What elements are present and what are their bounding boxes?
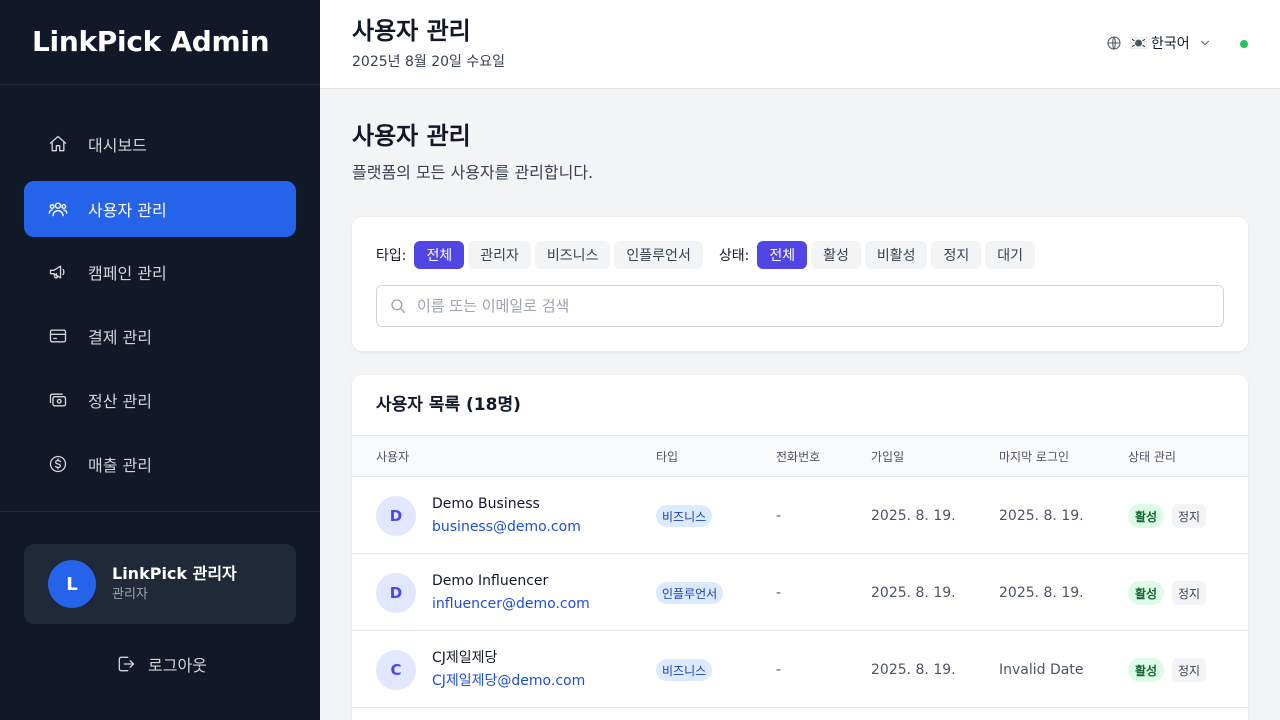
table-row: D Demo Influencer influencer@demo.com 인플… (352, 554, 1248, 631)
column-header-type: 타입 (656, 450, 679, 464)
column-header-user: 사용자 (376, 450, 410, 464)
korea-flag-icon (1130, 37, 1147, 49)
dollar-icon (48, 454, 68, 474)
sidebar: LinkPick Admin 대시보드 사용자 관리 캠페인 관리 결제 관리 … (0, 0, 320, 720)
phone-cell: - (776, 662, 782, 678)
sidebar-item-payments[interactable]: 결제 관리 (24, 308, 296, 364)
phone-cell: - (776, 585, 782, 601)
last-login-cell: 2025. 8. 19. (999, 585, 1084, 601)
status-filter-label: 상태: (718, 248, 750, 264)
sidebar-item-label: 매출 관리 (88, 456, 152, 475)
credit-card-icon (48, 326, 68, 346)
status-filter-pending[interactable]: 대기 (985, 241, 1036, 269)
phone-cell: - (776, 508, 782, 524)
type-filter-label: 타입: (376, 248, 407, 264)
avatar: L (48, 560, 96, 608)
sidebar-item-revenue[interactable]: 매출 관리 (24, 436, 296, 492)
user-name: CJ제일제당 (432, 650, 498, 666)
sidebar-item-label: 대시보드 (88, 136, 147, 155)
language-selector[interactable]: 한국어 (1106, 33, 1212, 53)
column-header-phone: 전화번호 (776, 450, 821, 464)
last-login-cell: Invalid Date (999, 662, 1084, 678)
type-filter-influencer[interactable]: 인플루언서 (614, 241, 703, 269)
language-label: 한국어 (1151, 36, 1190, 52)
globe-icon (1107, 36, 1121, 50)
filter-panel: 타입: 전체 관리자 비즈니스 인플루언서 상태: 전체 활성 비활성 정지 대… (352, 217, 1248, 351)
brand: LinkPick Admin (0, 0, 320, 85)
sidebar-item-label: 결제 관리 (88, 328, 152, 347)
avatar: D (376, 496, 416, 536)
chevron-down-icon (1200, 40, 1209, 46)
header-date: 2025년 8월 20일 수요일 (352, 54, 505, 70)
search-input[interactable] (417, 297, 1197, 315)
user-name: Demo Influencer (432, 573, 549, 589)
home-icon (48, 134, 68, 154)
online-status-dot (1240, 40, 1248, 48)
search-icon (391, 299, 406, 314)
search-box (376, 285, 1224, 327)
sidebar-item-dashboard[interactable]: 대시보드 (24, 116, 296, 172)
type-filter-business[interactable]: 비즈니스 (534, 241, 611, 269)
suspend-button[interactable]: 정지 (1172, 581, 1207, 605)
page-subtitle: 플랫폼의 모든 사용자를 관리합니다. (352, 163, 594, 182)
header-title: 사용자 관리 (352, 17, 471, 45)
status-badge: 활성 (1128, 581, 1165, 605)
user-table-card: 사용자 목록 (18명) 사용자 타입 전화번호 가입일 마지막 로그인 상태 … (352, 375, 1248, 720)
status-filter-suspended[interactable]: 정지 (931, 241, 982, 269)
page-title: 사용자 관리 (352, 122, 471, 150)
user-role: 관리자 (112, 587, 148, 602)
table-header: 사용자 타입 전화번호 가입일 마지막 로그인 상태 관리 (352, 435, 1248, 477)
user-email-link[interactable]: business@demo.com (432, 517, 581, 537)
user-email-link[interactable]: CJ제일제당@demo.com (432, 671, 585, 691)
megaphone-icon (48, 262, 68, 282)
sidebar-item-users[interactable]: 사용자 관리 (24, 181, 296, 237)
table-title: 사용자 목록 (18명) (376, 395, 521, 415)
avatar: D (376, 573, 416, 613)
type-filter-all[interactable]: 전체 (414, 241, 465, 269)
joined-cell: 2025. 8. 19. (871, 585, 956, 601)
user-name: LinkPick 관리자 (112, 564, 237, 583)
brand-title: LinkPick Admin (32, 25, 270, 58)
type-badge: 비즈니스 (656, 505, 713, 527)
type-badge: 인플루언서 (656, 582, 724, 604)
column-header-joined: 가입일 (871, 450, 905, 464)
suspend-button[interactable]: 정지 (1172, 658, 1207, 682)
status-badge: 활성 (1128, 504, 1165, 528)
user-card: L LinkPick 관리자 관리자 (24, 544, 296, 624)
sidebar-item-campaigns[interactable]: 캠페인 관리 (24, 244, 296, 300)
status-filter-active[interactable]: 활성 (811, 241, 861, 269)
joined-cell: 2025. 8. 19. (871, 508, 956, 524)
cash-icon (48, 390, 68, 410)
sidebar-item-settlements[interactable]: 정산 관리 (24, 372, 296, 428)
status-filter-all[interactable]: 전체 (757, 241, 808, 269)
logout-icon (118, 656, 135, 672)
sidebar-item-label: 정산 관리 (88, 392, 152, 411)
logout-label: 로그아웃 (148, 656, 207, 675)
user-email-link[interactable]: influencer@demo.com (432, 594, 590, 614)
suspend-button[interactable]: 정지 (1172, 504, 1207, 528)
status-filter-inactive[interactable]: 비활성 (864, 241, 928, 269)
sidebar-divider (0, 511, 320, 512)
top-header: 사용자 관리 2025년 8월 20일 수요일 한국어 (320, 0, 1280, 89)
avatar: C (376, 650, 416, 690)
user-name: Demo Business (432, 496, 540, 512)
type-filter-admin[interactable]: 관리자 (468, 241, 531, 269)
column-header-status: 상태 관리 (1128, 450, 1176, 464)
joined-cell: 2025. 8. 19. (871, 662, 956, 678)
sidebar-item-label: 캠페인 관리 (88, 264, 167, 283)
status-badge: 활성 (1128, 658, 1165, 682)
type-badge: 비즈니스 (656, 659, 713, 681)
logout-button[interactable]: 로그아웃 (116, 652, 207, 676)
column-header-last-login: 마지막 로그인 (999, 450, 1070, 464)
users-icon (48, 199, 68, 219)
table-row: C CJ제일제당 CJ제일제당@demo.com 비즈니스 - 2025. 8.… (352, 631, 1248, 708)
last-login-cell: 2025. 8. 19. (999, 508, 1084, 524)
table-row: D Demo Business business@demo.com 비즈니스 -… (352, 477, 1248, 554)
filter-row: 타입: 전체 관리자 비즈니스 인플루언서 상태: 전체 활성 비활성 정지 대… (376, 241, 1039, 269)
sidebar-item-label: 사용자 관리 (88, 201, 167, 220)
